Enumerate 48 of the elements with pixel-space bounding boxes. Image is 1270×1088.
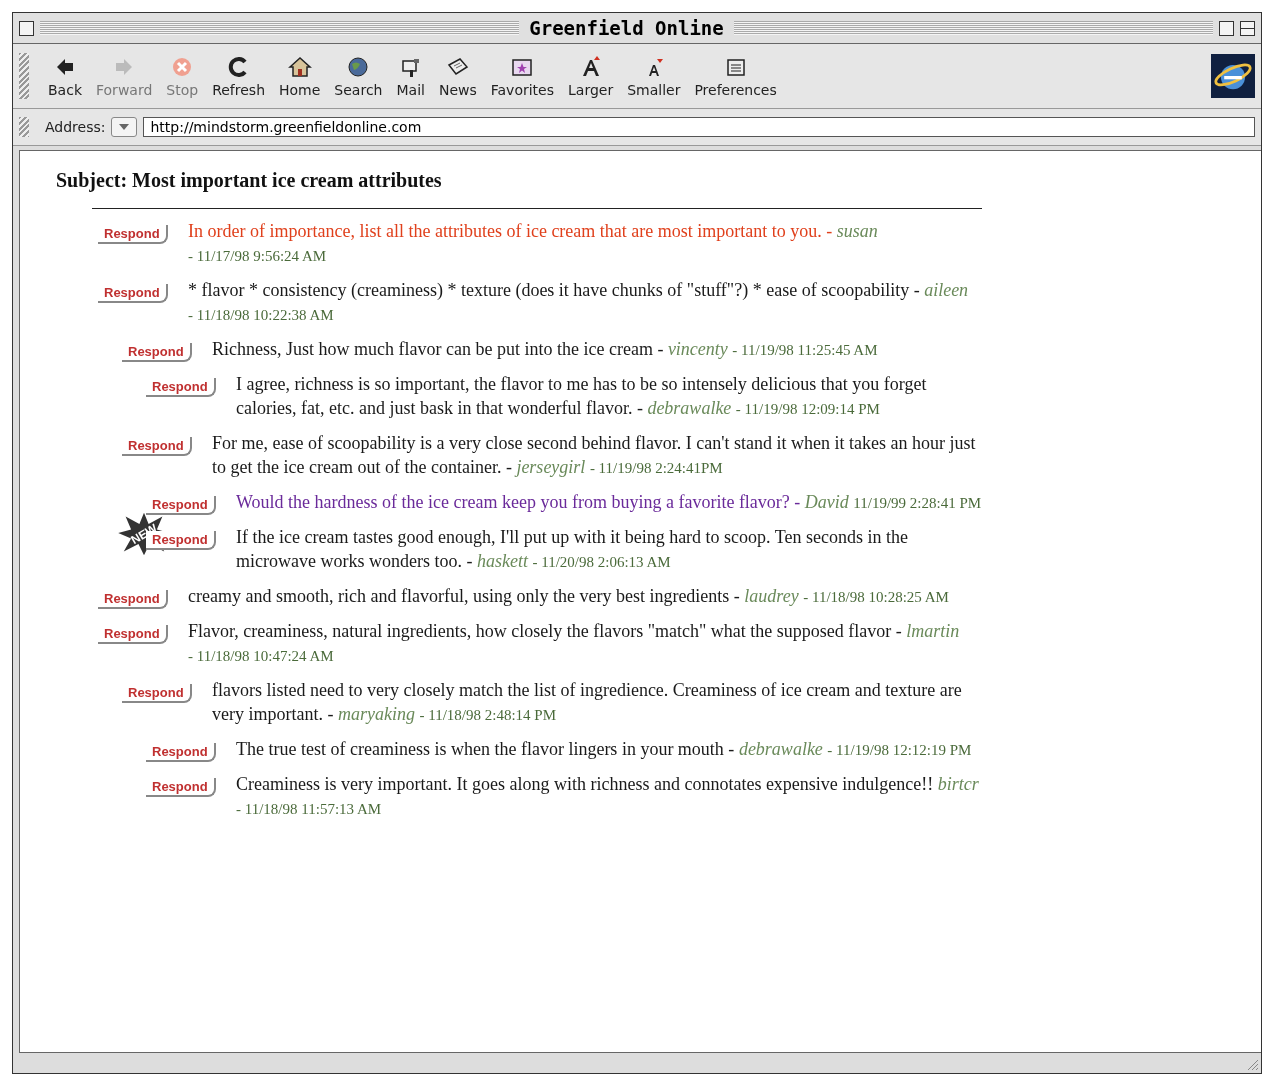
toolbar-button[interactable]: Home (274, 50, 326, 102)
respond-button[interactable]: Respond (122, 684, 192, 703)
post-text: Flavor, creaminess, natural ingredients, how closely the flavors "match" what the supposed flavor - lmartin - 11/18/98 10:47:24 AM (188, 620, 961, 666)
post-text: * flavor * consistency (creaminess) * texture (does it have chunks of "stuff"?) * ease of scoopability - aileen - 11/18/98 10:22:38 AM (188, 279, 970, 325)
toolbar-button[interactable]: Preferences (689, 50, 782, 102)
toolbar-button[interactable]: Favorites (485, 50, 559, 102)
respond-button[interactable]: Respond (146, 743, 216, 762)
respond-button[interactable]: Respond (98, 625, 168, 644)
address-dropdown[interactable] (111, 117, 138, 137)
post-text: In order of importance, list all the attributes of ice cream that are most important to you. - susan - 11/17/98 9:56:24 AM (188, 220, 879, 266)
toolbar-button[interactable]: News (433, 50, 482, 102)
post-text: Would the hardness of the ice cream keep you from buying a favorite flavor? - David 11/19/99 2:28:41 PM (236, 491, 983, 514)
post-text: creamy and smooth, rich and flavorful, using only the very best ingredients - laudrey - 11/18/98 10:28:25 AM (188, 585, 950, 608)
respond-button[interactable]: Respond (146, 778, 216, 797)
post-text: The true test of creaminess is when the flavor lingers in your mouth - debrawalke - 11/19/98 12:12:19 PM (236, 738, 973, 761)
respond-button[interactable]: Respond (122, 437, 192, 456)
post-text: I agree, richness is so important, the flavor to me has to be so intensely delicious that you forget calories, fat, etc. and just bask in that wonderful flavor. - debrawalke - 11/19/98 12:09:14 PM (236, 373, 928, 420)
collapse-box[interactable] (1240, 20, 1255, 36)
toolbar-button[interactable]: Search (329, 50, 388, 102)
globe-icon (346, 54, 371, 79)
post-text: Creaminess is very important. It goes along with richness and connotates expensive indulgence!! birtcr - 11/18/98 11:57:13 AM (236, 773, 980, 819)
subject-heading: Subject: Most important ice cream attributes (56, 169, 443, 192)
window-title: Greenfield Online (528, 17, 725, 39)
toolbar-button[interactable]: Back (43, 50, 87, 102)
respond-button[interactable]: Respond (122, 343, 192, 362)
respond-button[interactable]: Respond (146, 378, 216, 397)
post-text: Richness, Just how much flavor can be put into the ice cream - vincenty - 11/19/98 11:25:45 AM (212, 338, 879, 361)
post-text: For me, ease of scoopability is a very close second behind flavor. I can't stand it when it takes an hour just to get the ice cream out of the container. - jerseygirl - 11/19/98 2:24:41PM (212, 432, 977, 479)
address-field[interactable]: http://mindstorm.greenfieldonline.com (143, 117, 1255, 137)
toolbar-button[interactable]: Larger (563, 50, 619, 102)
toolbar-button[interactable]: Smaller (622, 50, 686, 102)
resize-grip-icon[interactable] (1245, 1057, 1259, 1071)
browser-logo-icon (1211, 54, 1255, 98)
respond-button[interactable]: Respond (98, 284, 168, 303)
close-box[interactable] (19, 20, 34, 36)
toolbar-grip[interactable] (19, 53, 29, 99)
address-label: Address: (45, 119, 106, 135)
toolbar-button[interactable]: Refresh (207, 50, 270, 102)
respond-button[interactable]: Respond (98, 590, 168, 609)
house-icon (287, 54, 312, 79)
post-text: flavors listed need to very closely match the list of ingredience. Creaminess of ice cream and texture are very important. - maryaking - 11/18/98 2:48:14 PM (212, 679, 963, 726)
toolbar-button[interactable]: Mail (391, 50, 430, 102)
caret-icon (119, 124, 130, 130)
post-text: If the ice cream tastes good enough, I'll put up with it being hard to scoop. Ten seconds in the microwave works wonders too. - haskett - 11/20/98 2:06:13 AM (236, 526, 909, 573)
respond-button[interactable]: Respond (98, 225, 168, 244)
respond-button[interactable]: Respond (146, 496, 216, 515)
zoom-box[interactable] (1219, 20, 1234, 36)
address-bar-grip[interactable] (19, 117, 29, 137)
